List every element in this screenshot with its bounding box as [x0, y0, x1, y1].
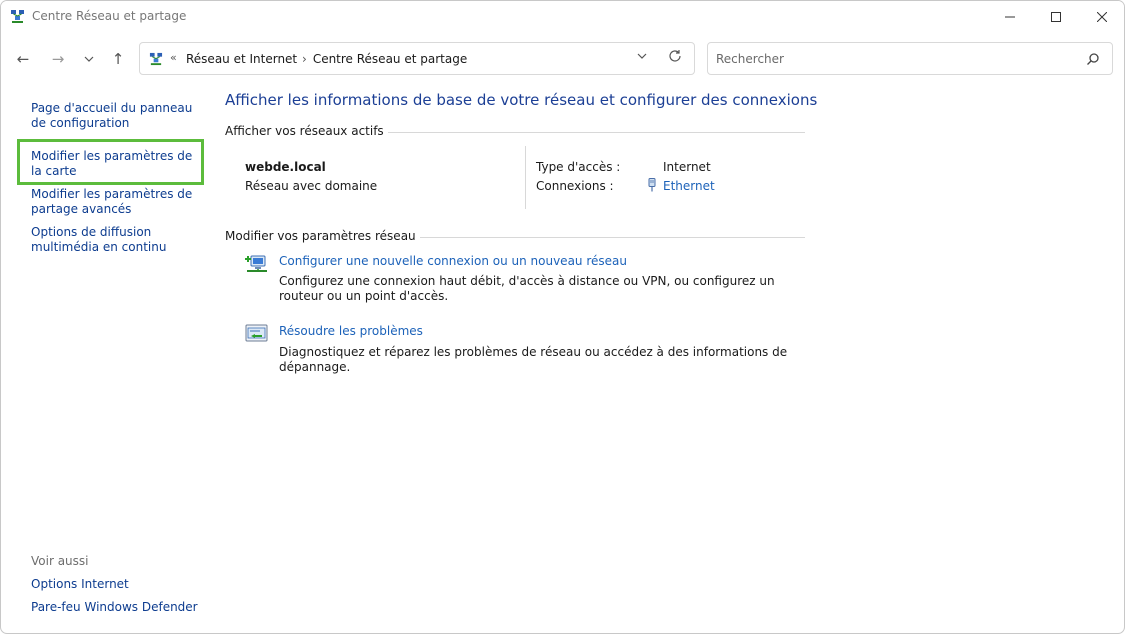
sidebar-link-windows-firewall[interactable]: Pare-feu Windows Defender — [31, 600, 201, 615]
maximize-icon — [1051, 11, 1061, 22]
chevron-down-icon — [84, 56, 94, 62]
control-panel-window: Centre Réseau et partage ← → ↑ « Réseau … — [0, 0, 1125, 634]
breadcrumb-network-center-label: Centre Réseau et partage — [312, 52, 468, 66]
search-box[interactable] — [707, 42, 1113, 75]
address-bar[interactable]: « Réseau et Internet › Centre Réseau et p… — [139, 42, 695, 75]
refresh-icon — [669, 50, 681, 62]
change-settings-label: Modifier vos paramètres réseau — [225, 229, 420, 243]
network-center-icon — [149, 52, 163, 66]
network-name: webde.local — [245, 160, 326, 174]
chevron-down-icon — [637, 53, 647, 59]
sidebar-link-internet-options[interactable]: Options Internet — [31, 577, 201, 592]
arrow-right-icon: → — [51, 50, 65, 68]
network-center-icon — [11, 10, 24, 23]
arrow-left-icon: ← — [16, 50, 30, 68]
access-type-value: Internet — [663, 160, 711, 174]
ethernet-icon — [648, 178, 656, 192]
close-icon — [1097, 11, 1107, 22]
setup-new-connection-description: Configurez une connexion haut débit, d'a… — [279, 274, 775, 303]
troubleshoot-description: Diagnostiquez et réparez les problèmes d… — [279, 345, 788, 374]
network-category: Réseau avec domaine — [245, 179, 378, 193]
breadcrumb-network-internet[interactable]: Réseau et Internet — [186, 52, 297, 66]
new-connection-icon — [245, 255, 267, 272]
troubleshoot-link[interactable]: Résoudre les problèmes — [279, 324, 423, 338]
maximize-button[interactable] — [1033, 1, 1079, 32]
breadcrumb-network-center[interactable]: › Centre Réseau et partage — [302, 52, 467, 66]
refresh-button[interactable] — [668, 49, 682, 67]
sidebar-link-media-streaming[interactable]: Options de diffusion multimédia en conti… — [31, 225, 201, 255]
window-title: Centre Réseau et partage — [32, 9, 187, 23]
minimize-button[interactable] — [987, 1, 1033, 32]
chevron-right-icon: › — [302, 52, 307, 66]
search-input[interactable] — [716, 50, 1066, 68]
setup-new-connection-link[interactable]: Configurer une nouvelle connexion ou un … — [279, 254, 627, 268]
arrow-up-icon: ↑ — [111, 50, 125, 68]
breadcrumb-overflow[interactable]: « — [170, 51, 177, 64]
up-button[interactable]: ↑ — [104, 45, 132, 73]
back-button[interactable]: ← — [9, 45, 37, 73]
sidebar-link-adapter-settings[interactable]: Modifier les paramètres de la carte — [31, 149, 201, 179]
troubleshoot-icon — [245, 324, 268, 342]
page-title: Afficher les informations de base de vot… — [225, 91, 818, 109]
close-button[interactable] — [1079, 1, 1124, 32]
forward-button[interactable]: → — [44, 45, 72, 73]
title-bar: Centre Réseau et partage — [1, 1, 1124, 32]
connections-label: Connexions : — [536, 179, 614, 193]
ethernet-connection-link[interactable]: Ethernet — [663, 179, 715, 193]
sidebar-link-advanced-sharing[interactable]: Modifier les paramètres de partage avanc… — [31, 187, 201, 217]
vertical-divider — [525, 146, 526, 209]
recent-locations-button[interactable] — [75, 45, 103, 73]
access-type-label: Type d'accès : — [536, 160, 621, 174]
sidebar-link-control-panel-home[interactable]: Page d'accueil du panneau de configurati… — [31, 101, 201, 131]
search-icon[interactable] — [1086, 52, 1100, 66]
address-dropdown-button[interactable] — [637, 51, 647, 62]
active-networks-label: Afficher vos réseaux actifs — [225, 124, 388, 138]
see-also-label: Voir aussi — [31, 554, 89, 568]
minimize-icon — [1005, 16, 1015, 17]
